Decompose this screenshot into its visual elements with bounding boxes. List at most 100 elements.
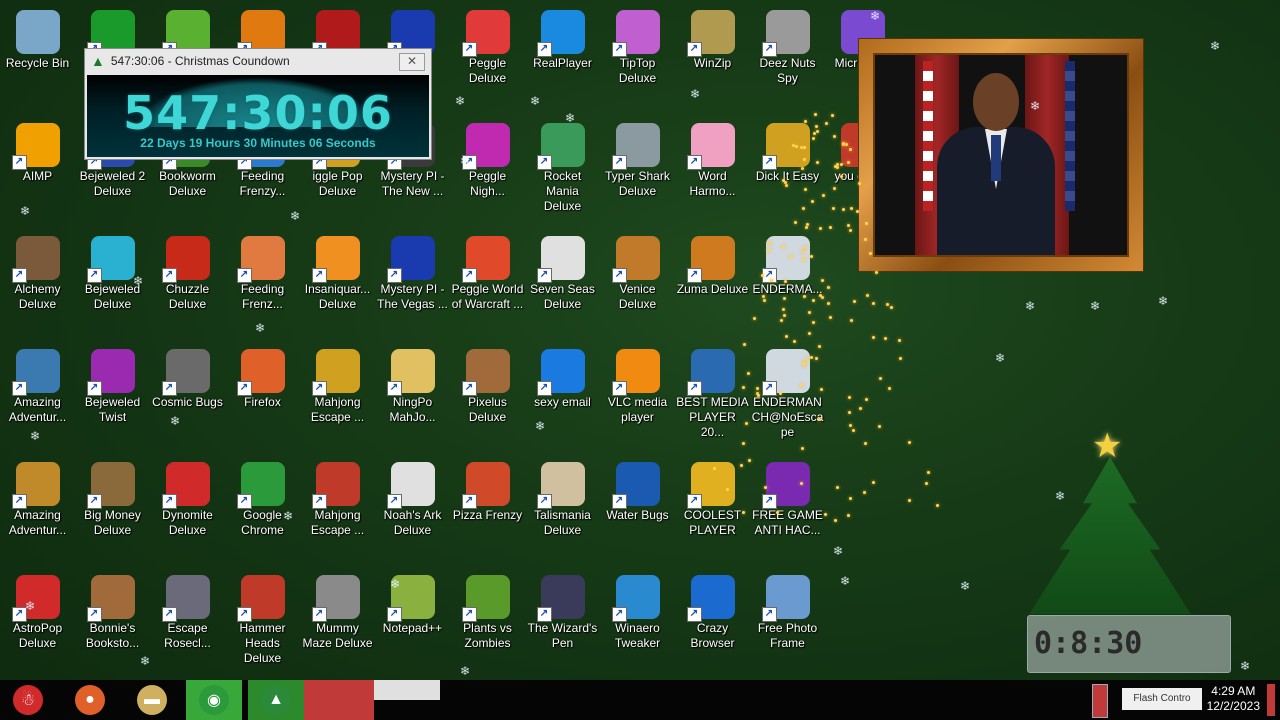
desktop-icon[interactable]: ↗ Hammer Heads Deluxe <box>225 570 300 680</box>
desktop-icon[interactable]: ↗ ENDERMAN CH@NoEsca pe <box>750 344 825 454</box>
countdown-window[interactable]: ▲ 547:30:06 - Christmas Coundown ✕ 547:3… <box>84 48 432 160</box>
sparkle-particle <box>785 335 788 338</box>
sparkle-particle <box>808 311 811 314</box>
desktop-icon[interactable]: ↗ Big Money Deluxe <box>75 457 150 567</box>
shortcut-arrow-icon: ↗ <box>86 494 102 509</box>
desktop-icon[interactable]: ↗ Amazing Adventur... <box>0 457 75 567</box>
plants-vs-zombies-icon: ↗ <box>461 575 510 622</box>
desktop-icon[interactable]: ↗ Dynomite Deluxe <box>150 457 225 567</box>
taskbar-button[interactable]: ◉ <box>186 680 242 720</box>
taskbar-window-button[interactable] <box>344 680 374 720</box>
desktop-icon[interactable]: ↗ Peggle Nigh... <box>450 118 525 228</box>
close-button[interactable]: ✕ <box>399 53 425 71</box>
desktop-icon[interactable]: ↗ Seven Seas Deluxe <box>525 231 600 341</box>
desktop-icon[interactable]: ↗ Noah's Ark Deluxe <box>375 457 450 567</box>
desktop-icon-label: Mystery PI - The New ... <box>380 169 445 198</box>
hammer-heads-icon: ↗ <box>236 575 285 622</box>
desktop-icon[interactable]: ↗ Free Photo Frame <box>750 570 825 680</box>
tray-clock[interactable]: 4:29 AM 12/2/2023 <box>1207 684 1260 714</box>
desktop-icon[interactable]: ↗ Mahjong Escape ... <box>300 457 375 567</box>
sparkle-particle <box>764 486 767 489</box>
desktop-icon[interactable]: ↗ AstroPop Deluxe <box>0 570 75 680</box>
desktop-icon[interactable]: ↗ Bejeweled Twist <box>75 344 150 454</box>
desktop-icon[interactable]: ↗ Mystery PI - The Vegas ... <box>375 231 450 341</box>
desktop-icon[interactable]: ↗ Bonnie's Booksto... <box>75 570 150 680</box>
flash-control-tray[interactable]: Flash Contro <box>1122 680 1202 720</box>
desktop-icon[interactable]: ↗ Word Harmo... <box>675 118 750 228</box>
sparkle-particle <box>768 242 771 245</box>
desktop-icon-label: Venice Deluxe <box>618 282 657 311</box>
escape-rosecliff-icon: ↗ <box>161 575 210 622</box>
taskbar-window-button[interactable] <box>304 680 344 720</box>
sparkle-particle <box>834 519 837 522</box>
desktop-icon[interactable]: ↗ Peggle World of Warcraft ... <box>450 231 525 341</box>
snowflake-icon: ❄ <box>460 154 471 168</box>
shortcut-arrow-icon: ↗ <box>386 494 402 509</box>
desktop-icon[interactable]: ↗ VLC media player <box>600 344 675 454</box>
desktop-icon[interactable]: ↗ Rocket Mania Deluxe <box>525 118 600 228</box>
christmas-tree-widget[interactable]: ★ <box>1020 427 1200 642</box>
desktop-icon[interactable]: ↗ Insaniquar... Deluxe <box>300 231 375 341</box>
desktop-icon[interactable]: ↗ Escape Rosecl... <box>150 570 225 680</box>
desktop-icon[interactable]: Recycle Bin <box>0 5 75 115</box>
desktop-icon[interactable]: ↗ Cosmic Bugs <box>150 344 225 454</box>
desktop-icon[interactable]: ↗ sexy email <box>525 344 600 454</box>
desktop-icon[interactable]: ↗ Notepad++ <box>375 570 450 680</box>
taskbar-button[interactable]: ▬ <box>124 680 180 720</box>
desktop-icon[interactable]: ↗ Pizza Frenzy <box>450 457 525 567</box>
sparkle-particle <box>848 411 851 414</box>
desktop-icon[interactable]: ↗ Talismania Deluxe <box>525 457 600 567</box>
desktop-icon[interactable]: ↗ Typer Shark Deluxe <box>600 118 675 228</box>
sparkle-particle <box>814 113 817 116</box>
taskbar-button[interactable]: ▲ <box>248 680 304 720</box>
shortcut-arrow-icon: ↗ <box>311 494 327 509</box>
desktop-icon[interactable]: ↗ NingPo MahJo... <box>375 344 450 454</box>
desktop-icon[interactable]: ↗ WinZip <box>675 5 750 115</box>
desktop-icon[interactable]: ↗ Water Bugs <box>600 457 675 567</box>
desktop-icon-label: Bejeweled Twist <box>84 395 141 424</box>
desktop-icon[interactable]: ↗ Pixelus Deluxe <box>450 344 525 454</box>
crazy-browser-icon: ↗ <box>686 575 735 622</box>
sparkle-particle <box>810 255 813 258</box>
cosmic-bugs-icon: ↗ <box>161 349 210 396</box>
desktop-icon[interactable]: ↗ Chuzzle Deluxe <box>150 231 225 341</box>
desktop-icon[interactable]: ↗ Venice Deluxe <box>600 231 675 341</box>
desktop-icon[interactable]: ↗ Mahjong Escape ... <box>300 344 375 454</box>
desktop-icon[interactable]: ↗ COOLEST PLAYER <box>675 457 750 567</box>
desktop-icon[interactable]: ↗ BEST MEDIA PLAYER 20... <box>675 344 750 454</box>
sparkle-particle <box>822 194 825 197</box>
sparkle-particle <box>713 467 716 470</box>
sparkle-particle <box>803 295 806 298</box>
tray-app-button[interactable] <box>1088 680 1110 720</box>
desktop-icon[interactable]: ↗ Firefox <box>225 344 300 454</box>
countdown-titlebar[interactable]: ▲ 547:30:06 - Christmas Coundown <box>85 49 431 73</box>
desktop-icon[interactable]: ↗ FREE GAME ANTI HAC... <box>750 457 825 567</box>
tree-clock-widget[interactable]: 0:8:30 <box>1027 615 1231 673</box>
desktop-icon[interactable]: ↗ The Wizard's Pen <box>525 570 600 680</box>
desktop-icon[interactable]: ↗ Alchemy Deluxe <box>0 231 75 341</box>
taskbar-button[interactable]: ● <box>62 680 118 720</box>
shortcut-arrow-icon: ↗ <box>536 268 552 283</box>
desktop-icon[interactable]: ↗ ENDERMA... <box>750 231 825 341</box>
desktop-icon[interactable]: ↗ AIMP <box>0 118 75 228</box>
desktop-icon[interactable]: ↗ Mummy Maze Deluxe <box>300 570 375 680</box>
desktop-icon[interactable]: ↗ TipTop Deluxe <box>600 5 675 115</box>
desktop-icon[interactable]: ↗ Zuma Deluxe <box>675 231 750 341</box>
sparkle-particle <box>925 482 928 485</box>
shortcut-arrow-icon: ↗ <box>386 268 402 283</box>
show-desktop-button[interactable] <box>1262 680 1280 720</box>
snowflake-icon: ❄ <box>20 204 31 218</box>
desktop-icon-label: Pizza Frenzy <box>452 508 523 522</box>
photo-frame-widget[interactable] <box>858 38 1144 272</box>
santa-start-icon: ☃ <box>13 685 43 715</box>
desktop-icon[interactable]: ↗ Winaero Tweaker <box>600 570 675 680</box>
sparkle-particle <box>853 300 856 303</box>
presidential-flag-icon <box>1065 61 1075 211</box>
desktop-icon[interactable]: ↗ Deez Nuts Spy <box>750 5 825 115</box>
sparkle-particle <box>811 200 814 203</box>
shortcut-arrow-icon: ↗ <box>761 607 777 622</box>
taskbar-button[interactable]: ☃ <box>0 680 56 720</box>
desktop-icon[interactable]: ↗ Crazy Browser <box>675 570 750 680</box>
taskbar-window-button[interactable] <box>374 680 440 700</box>
desktop-icon-label: Typer Shark Deluxe <box>605 169 670 198</box>
